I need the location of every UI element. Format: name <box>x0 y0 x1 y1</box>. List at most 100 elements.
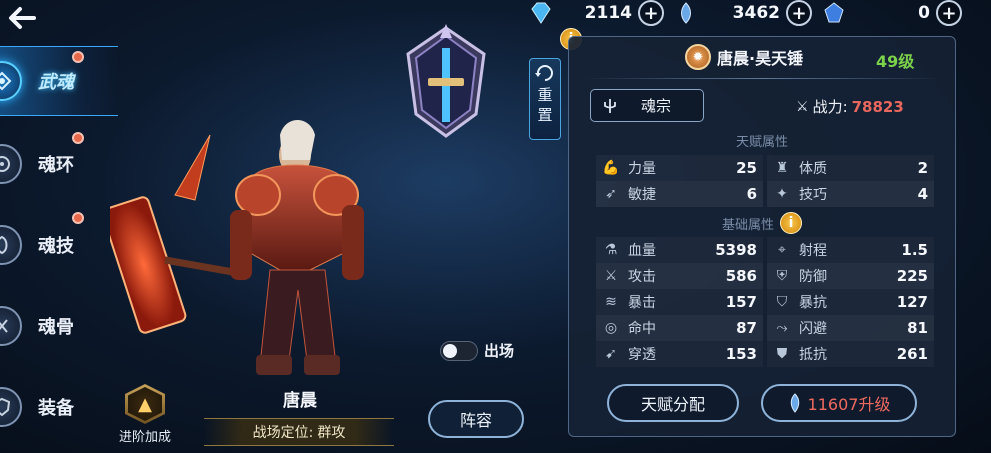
hero-name: 唐晨 <box>283 391 317 411</box>
stat-value: 153 <box>725 345 757 363</box>
stat-value: 1.5 <box>901 241 928 259</box>
soul-bone-icon <box>0 306 22 346</box>
stat-name: 穿透 <box>628 347 656 363</box>
reset-button[interactable]: 重置 <box>529 58 561 140</box>
stat-name: 敏捷 <box>628 187 656 203</box>
stat-name: 技巧 <box>799 187 827 203</box>
toggle-knob <box>443 343 457 358</box>
nav-item-equipment[interactable]: 装备 <box>0 372 118 442</box>
upgrade-button[interactable]: 11607升级 <box>761 384 917 422</box>
stat-name: 抵抗 <box>799 347 827 363</box>
stat-row: ⤳ 闪避 81 <box>767 315 934 341</box>
hero-model[interactable] <box>101 100 410 390</box>
add-diamond-button[interactable]: + <box>638 0 664 26</box>
hero-figure-icon <box>101 120 364 375</box>
stat-name: 力量 <box>628 161 656 177</box>
currency-value: 0 <box>918 3 930 23</box>
hammer-emblem-icon <box>406 24 486 138</box>
currency-soul-crystal: 3462 + <box>676 0 812 26</box>
stat-row: ⌖ 射程 1.5 <box>767 237 934 263</box>
crystal-icon <box>681 2 691 24</box>
stat-row: ➹ 穿透 153 <box>596 341 763 367</box>
back-button[interactable] <box>6 4 38 32</box>
stat-row: ♜ 体质 2 <box>767 155 934 181</box>
stat-value: 157 <box>725 293 757 311</box>
info-icon[interactable]: i <box>780 212 802 234</box>
sun-emblem-icon: ✹ <box>685 44 711 70</box>
advance-label: 进阶加成 <box>118 430 171 445</box>
stat-value: 2 <box>917 159 928 177</box>
target-icon: ◎ <box>604 320 618 336</box>
base-stat-grid: ⚗ 血量 5398 ⌖ 射程 1.5 ⚔ 攻击 586 ⛨ 防御 225 ≋ 暴击 157 ⛉ 暴抗 127 ◎ 命中… <box>594 237 936 367</box>
stat-name: 射程 <box>799 243 827 259</box>
role-value: 群攻 <box>317 425 346 441</box>
soul-ring-icon <box>0 144 22 184</box>
stat-row: ➶ 敏捷 6 <box>596 181 763 207</box>
deploy-toggle[interactable]: 出场 <box>440 340 514 361</box>
hex-frame: ▲ <box>125 384 165 424</box>
stat-row: ⚗ 血量 5398 <box>596 237 763 263</box>
blue-gem-icon <box>824 2 844 23</box>
battle-role-bar: 战场定位: 群攻 <box>204 418 394 446</box>
stat-value: 81 <box>907 319 928 337</box>
weapon-title: ✹ 唐晨·昊天锤 <box>685 44 803 70</box>
toggle-switch[interactable] <box>440 340 478 361</box>
talent-allocate-button[interactable]: 天赋分配 <box>607 384 739 422</box>
potion-icon: ⚗ <box>604 242 618 258</box>
nav-item-martial-soul[interactable]: 武魂 <box>0 46 118 116</box>
stat-row: ⛊ 抵抗 261 <box>767 341 934 367</box>
hero-level: 49级 <box>876 52 915 71</box>
add-crystal-button[interactable]: + <box>786 0 812 26</box>
nav-label: 武魂 <box>38 72 74 93</box>
stat-value: 261 <box>896 345 928 363</box>
currency-value: 3462 <box>732 3 780 23</box>
stat-row: ⛨ 防御 225 <box>767 263 934 289</box>
sword-icon: ⚔ <box>604 268 618 284</box>
power-label: 战力: <box>812 98 848 116</box>
body-icon: ♜ <box>775 160 789 176</box>
reset-label: 重置 <box>537 86 553 124</box>
sect-label: 魂宗 <box>641 97 672 115</box>
nav-item-soul-skill[interactable]: 魂技 <box>0 210 118 280</box>
stat-row: ◎ 命中 87 <box>596 315 763 341</box>
stat-value: 5398 <box>715 241 757 259</box>
sect-rank-button[interactable]: 魂宗 <box>590 89 704 122</box>
stat-row: ≋ 暴击 157 <box>596 289 763 315</box>
soul-skill-icon <box>0 225 22 265</box>
nav-label: 魂环 <box>38 155 74 176</box>
stat-row: ✦ 技巧 4 <box>767 181 934 207</box>
nav-item-soul-ring[interactable]: 魂环 <box>0 129 118 199</box>
stat-value: 225 <box>896 267 928 285</box>
currency-value: 2114 <box>584 3 632 23</box>
stat-name: 暴击 <box>628 295 656 311</box>
nav-label: 装备 <box>38 398 74 419</box>
stat-name: 命中 <box>628 321 656 337</box>
advance-bonus-button[interactable]: ▲ 进阶加成 <box>112 384 178 445</box>
upgrade-cost: 11607升级 <box>807 395 891 414</box>
combat-power: ⚔ 战力: 78823 <box>796 96 904 117</box>
martial-soul-icon <box>0 61 22 101</box>
add-gem-button[interactable]: + <box>936 0 962 26</box>
stat-name: 防御 <box>799 269 827 285</box>
arm-icon: 💪 <box>602 160 620 176</box>
formation-button[interactable]: 阵容 <box>428 400 524 438</box>
talent-section-title: 天赋属性 <box>735 135 788 150</box>
nav-item-soul-bone[interactable]: 魂骨 <box>0 291 118 361</box>
role-label: 战场定位: <box>252 425 314 441</box>
skill-icon: ✦ <box>776 186 788 202</box>
crossed-swords-icon: ⚔ <box>796 98 809 115</box>
crosshair-icon: ⌖ <box>778 242 786 258</box>
stat-value: 4 <box>917 185 928 203</box>
stat-row: ⚔ 攻击 586 <box>596 263 763 289</box>
shield-icon: ⛨ <box>776 268 788 284</box>
stat-value: 586 <box>725 267 757 285</box>
base-section-title: 基础属性 <box>721 217 774 233</box>
pierce-icon: ➹ <box>605 346 617 362</box>
claw-icon: ≋ <box>605 294 617 310</box>
diamond-icon <box>531 2 551 24</box>
notification-dot <box>72 51 84 63</box>
stat-value: 87 <box>736 319 757 337</box>
refresh-icon <box>535 65 553 81</box>
talent-stat-grid: 💪 力量 25 ♜ 体质 2 ➶ 敏捷 6 ✦ 技巧 4 <box>594 155 936 207</box>
stat-name: 暴抗 <box>799 295 827 311</box>
